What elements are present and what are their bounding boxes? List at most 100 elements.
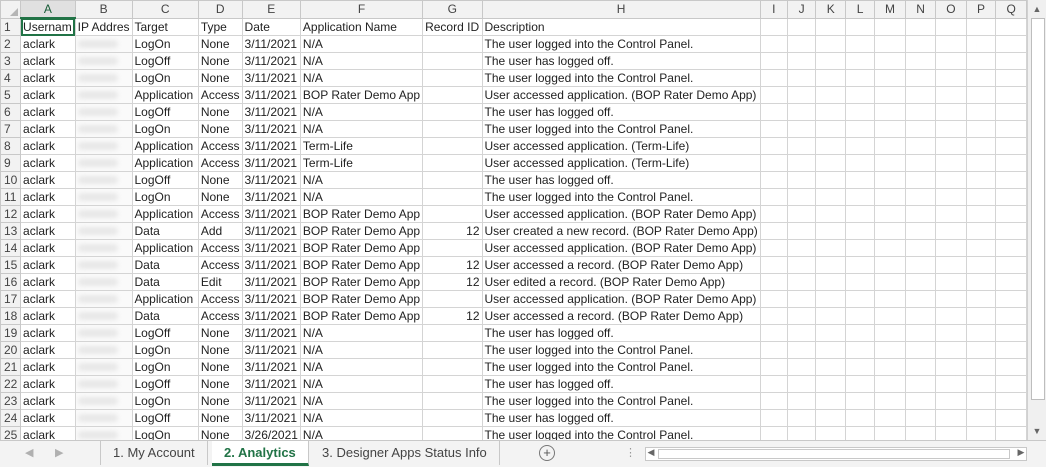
empty-cell[interactable] — [845, 426, 876, 440]
plus-circle-icon[interactable]: + — [539, 445, 555, 461]
target-cell[interactable]: LogOff — [131, 171, 199, 189]
target-cell[interactable]: Application — [131, 290, 199, 308]
application-name-cell[interactable]: N/A — [299, 35, 424, 53]
header-cell[interactable]: Usernam — [20, 17, 76, 36]
empty-cell[interactable] — [904, 188, 937, 206]
application-name-cell[interactable]: BOP Rater Demo App — [299, 86, 424, 104]
empty-cell[interactable] — [845, 137, 876, 155]
empty-cell[interactable] — [904, 52, 937, 70]
record-id-cell[interactable] — [422, 341, 483, 359]
application-name-cell[interactable]: N/A — [299, 324, 424, 342]
description-cell[interactable]: User accessed application. (BOP Rater De… — [481, 290, 761, 308]
empty-cell[interactable] — [935, 341, 967, 359]
record-id-cell[interactable] — [422, 239, 483, 257]
empty-cell[interactable] — [815, 103, 847, 121]
empty-cell[interactable] — [965, 324, 997, 342]
empty-cell[interactable] — [965, 426, 997, 440]
description-cell[interactable]: User created a new record. (BOP Rater De… — [481, 222, 761, 240]
empty-cell[interactable] — [935, 375, 967, 393]
empty-cell[interactable] — [995, 188, 1027, 206]
empty-cell[interactable] — [815, 35, 847, 53]
horizontal-scroll-thumb[interactable] — [658, 449, 1010, 459]
date-cell[interactable]: 3/26/2021 — [241, 426, 301, 440]
column-header-c[interactable]: C — [131, 0, 199, 19]
application-name-cell[interactable]: N/A — [299, 358, 424, 376]
empty-cell[interactable] — [874, 239, 906, 257]
empty-cell[interactable] — [786, 307, 817, 325]
username-cell[interactable]: aclark — [20, 341, 76, 359]
empty-cell[interactable] — [845, 52, 876, 70]
record-id-cell[interactable] — [422, 35, 483, 53]
date-cell[interactable]: 3/11/2021 — [241, 52, 301, 70]
empty-cell[interactable] — [845, 35, 876, 53]
empty-cell[interactable] — [904, 307, 937, 325]
empty-cell[interactable] — [874, 52, 906, 70]
empty-cell[interactable] — [965, 171, 997, 189]
empty-cell[interactable] — [965, 273, 997, 291]
column-header-b[interactable]: B — [74, 0, 133, 19]
empty-cell[interactable] — [965, 239, 997, 257]
record-id-cell[interactable] — [422, 188, 483, 206]
ip-address-cell[interactable] — [74, 188, 133, 206]
row-header[interactable]: 18 — [0, 307, 22, 325]
date-cell[interactable]: 3/11/2021 — [241, 222, 301, 240]
empty-cell[interactable] — [935, 324, 967, 342]
ip-address-cell[interactable] — [74, 86, 133, 104]
column-header-d[interactable]: D — [197, 0, 243, 19]
empty-cell[interactable] — [786, 52, 817, 70]
date-cell[interactable]: 3/11/2021 — [241, 69, 301, 87]
column-header-p[interactable]: P — [965, 0, 997, 19]
empty-cell[interactable] — [845, 188, 876, 206]
empty-cell[interactable] — [995, 290, 1027, 308]
empty-cell[interactable] — [965, 222, 997, 240]
record-id-cell[interactable] — [422, 375, 483, 393]
username-cell[interactable]: aclark — [20, 52, 76, 70]
target-cell[interactable]: Data — [131, 307, 199, 325]
description-cell[interactable]: The user has logged off. — [481, 375, 761, 393]
tab-designer-apps-status-info[interactable]: 3. Designer Apps Status Info — [310, 441, 500, 465]
empty-cell[interactable] — [786, 256, 817, 274]
empty-cell[interactable] — [874, 256, 906, 274]
ip-address-cell[interactable] — [74, 120, 133, 138]
row-header[interactable]: 4 — [0, 69, 22, 87]
row-header[interactable]: 13 — [0, 222, 22, 240]
ip-address-cell[interactable] — [74, 69, 133, 87]
empty-cell[interactable] — [786, 273, 817, 291]
username-cell[interactable]: aclark — [20, 205, 76, 223]
ip-address-cell[interactable] — [74, 290, 133, 308]
empty-cell[interactable] — [759, 273, 788, 291]
empty-cell[interactable] — [935, 256, 967, 274]
empty-cell[interactable] — [786, 375, 817, 393]
application-name-cell[interactable]: N/A — [299, 375, 424, 393]
type-cell[interactable]: None — [197, 103, 243, 121]
empty-cell[interactable] — [759, 120, 788, 138]
record-id-cell[interactable] — [422, 358, 483, 376]
empty-cell[interactable] — [786, 171, 817, 189]
target-cell[interactable]: LogOn — [131, 392, 199, 410]
empty-cell[interactable] — [935, 154, 967, 172]
empty-cell[interactable] — [845, 205, 876, 223]
empty-cell[interactable] — [935, 290, 967, 308]
date-cell[interactable]: 3/11/2021 — [241, 239, 301, 257]
application-name-cell[interactable]: BOP Rater Demo App — [299, 205, 424, 223]
username-cell[interactable]: aclark — [20, 307, 76, 325]
empty-cell[interactable] — [845, 409, 876, 427]
triangle-left-icon[interactable]: ◀ — [25, 446, 33, 459]
empty-cell[interactable] — [786, 188, 817, 206]
type-cell[interactable]: None — [197, 375, 243, 393]
tab-split-handle[interactable]: ⋮ — [625, 446, 636, 459]
empty-cell[interactable] — [786, 392, 817, 410]
empty-cell[interactable] — [845, 222, 876, 240]
record-id-cell[interactable] — [422, 290, 483, 308]
username-cell[interactable]: aclark — [20, 273, 76, 291]
application-name-cell[interactable]: BOP Rater Demo App — [299, 273, 424, 291]
empty-cell[interactable] — [759, 17, 788, 36]
header-cell[interactable]: Application Name — [299, 17, 424, 36]
type-cell[interactable]: None — [197, 409, 243, 427]
empty-cell[interactable] — [995, 341, 1027, 359]
empty-cell[interactable] — [759, 307, 788, 325]
record-id-cell[interactable] — [422, 409, 483, 427]
empty-cell[interactable] — [995, 171, 1027, 189]
record-id-cell[interactable] — [422, 137, 483, 155]
username-cell[interactable]: aclark — [20, 409, 76, 427]
